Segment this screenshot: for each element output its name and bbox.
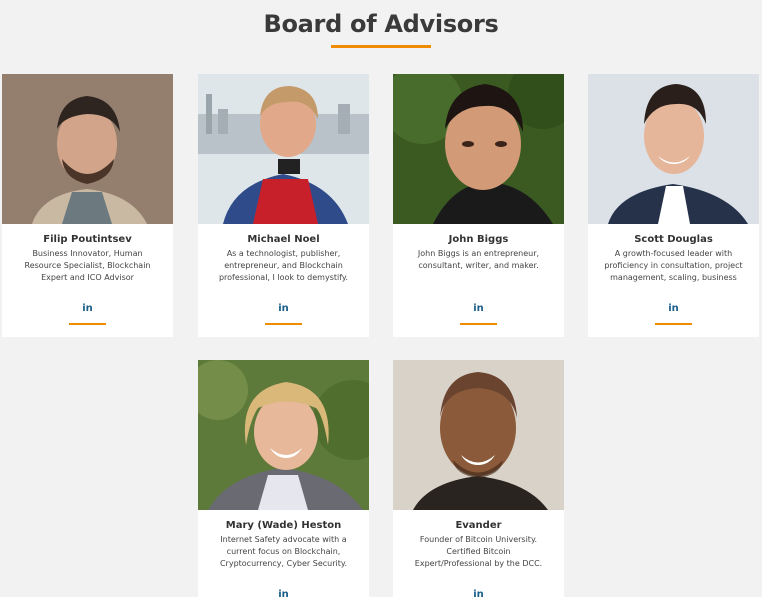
title-underline bbox=[331, 45, 431, 48]
advisor-card: Mary (Wade) Heston Internet Safety advoc… bbox=[198, 360, 369, 597]
advisor-photo bbox=[2, 74, 173, 224]
linkedin-link[interactable]: in bbox=[198, 589, 369, 597]
advisor-bio: A growth-focused leader with proficiency… bbox=[604, 249, 743, 282]
linkedin-link[interactable]: in bbox=[2, 303, 173, 314]
advisor-card: Michael Noel As a technologist, publishe… bbox=[198, 74, 369, 337]
advisor-name: Evander bbox=[455, 520, 502, 531]
advisor-bio: Business Innovator, Human Resource Speci… bbox=[24, 249, 151, 282]
advisor-name: Scott Douglas bbox=[634, 234, 713, 245]
advisor-card: John Biggs John Biggs is an entrepreneur… bbox=[393, 74, 564, 337]
linkedin-link[interactable]: in bbox=[393, 303, 564, 314]
advisor-name: Michael Noel bbox=[247, 234, 320, 245]
advisor-photo bbox=[588, 74, 759, 224]
advisor-photo bbox=[198, 74, 369, 224]
advisor-photo bbox=[393, 360, 564, 510]
advisor-name: Mary (Wade) Heston bbox=[225, 520, 342, 531]
linkedin-link[interactable]: in bbox=[198, 303, 369, 314]
advisor-photo bbox=[393, 74, 564, 224]
linkedin-link[interactable]: in bbox=[588, 303, 759, 314]
linkedin-underline bbox=[69, 323, 106, 325]
advisor-card: Evander Founder of Bitcoin University. C… bbox=[393, 360, 564, 597]
advisor-bio: Founder of Bitcoin University. Certified… bbox=[414, 535, 543, 568]
linkedin-underline bbox=[655, 323, 692, 325]
section-title: Board of Advisors bbox=[263, 10, 499, 38]
advisor-card: Filip Poutintsev Business Innovator, Hum… bbox=[2, 74, 173, 337]
linkedin-underline bbox=[265, 323, 302, 325]
advisor-name: John Biggs bbox=[448, 234, 509, 245]
advisor-card: Scott Douglas A growth-focused leader wi… bbox=[588, 74, 759, 337]
linkedin-underline bbox=[460, 323, 497, 325]
advisor-photo bbox=[198, 360, 369, 510]
advisor-bio: John Biggs is an entrepreneur, consultan… bbox=[417, 249, 540, 270]
linkedin-link[interactable]: in bbox=[393, 589, 564, 597]
advisor-bio: Internet Safety advocate with a current … bbox=[219, 535, 348, 568]
advisor-bio: As a technologist, publisher, entreprene… bbox=[218, 249, 349, 282]
advisor-name: Filip Poutintsev bbox=[43, 234, 132, 245]
